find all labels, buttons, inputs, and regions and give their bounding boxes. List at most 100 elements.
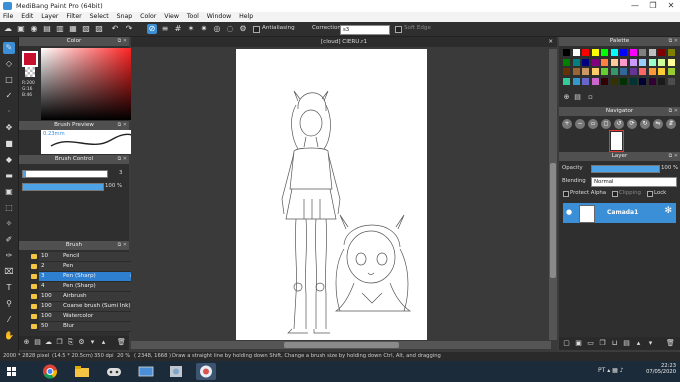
duplicate-layer-icon[interactable]: ❐ <box>598 339 607 348</box>
panel-controls-icon[interactable]: ⧉ ✕ <box>118 241 127 250</box>
undo-icon[interactable]: ↶ <box>110 24 120 34</box>
lock-checkbox[interactable] <box>647 191 653 197</box>
gamepad-icon[interactable] <box>104 363 124 380</box>
palette-swatch[interactable] <box>629 58 637 66</box>
radial-snap-icon[interactable]: ✷ <box>199 24 209 34</box>
palette-swatch[interactable] <box>639 49 646 56</box>
file-explorer-icon[interactable] <box>72 363 92 380</box>
eraser-tool-icon[interactable]: ◇ <box>3 58 15 70</box>
palette-swatch[interactable] <box>639 58 646 66</box>
panel-controls-icon[interactable]: ⧉ ✕ <box>118 37 127 46</box>
brush-settings-icon[interactable]: ⚙ <box>77 338 86 347</box>
palette-swatch[interactable] <box>610 77 618 85</box>
palette-add-icon[interactable]: ⊕ <box>562 93 571 102</box>
zoom-actual-icon[interactable]: ◻ <box>601 119 611 129</box>
palette-swatch[interactable] <box>591 68 599 75</box>
add-brush-icon[interactable]: ⊕ <box>22 338 31 347</box>
brush-delete-icon[interactable]: 🗑 <box>117 338 126 347</box>
panel-controls-icon[interactable]: ⧉ ✕ <box>669 37 678 46</box>
display-icon[interactable] <box>136 363 156 380</box>
palette-swatch[interactable] <box>563 68 570 75</box>
menu-snap[interactable]: Snap <box>114 12 136 22</box>
brush-list-item[interactable]: 10 Pencil <box>31 252 139 262</box>
brush-list-item[interactable]: 100 Airbrush <box>31 292 139 302</box>
image-app-icon[interactable] <box>166 363 186 380</box>
save-icon[interactable]: ▧ <box>81 24 91 34</box>
network-icon[interactable]: ▦ <box>612 367 618 374</box>
palette-swatch[interactable] <box>582 58 589 66</box>
palette-swatch[interactable] <box>620 77 627 85</box>
brush-list-item[interactable]: 50 Blur <box>31 322 139 332</box>
chrome-icon[interactable] <box>40 363 60 380</box>
brush-down-icon[interactable]: ▾ <box>88 338 97 347</box>
menu-filter[interactable]: Filter <box>63 12 84 22</box>
palette-swatch[interactable] <box>591 49 599 56</box>
select-tool-icon[interactable]: ⬚ <box>3 202 15 214</box>
brush-opacity-slider[interactable] <box>22 183 104 191</box>
medibang-taskbar-icon[interactable] <box>196 363 216 380</box>
palette-delete-icon[interactable]: ▫ <box>586 93 595 102</box>
minimize-button[interactable]: — <box>626 0 644 12</box>
clipping-checkbox[interactable] <box>612 191 618 197</box>
select-pen-icon[interactable]: ✐ <box>3 234 15 246</box>
zoom-out-icon[interactable]: − <box>575 119 585 129</box>
merge-layer-icon[interactable]: ⊔ <box>610 339 619 348</box>
palette-menu-icon[interactable]: ▤ <box>573 93 582 102</box>
fill-rect-icon[interactable]: ■ <box>3 138 15 150</box>
cross-snap-icon[interactable]: # <box>173 24 183 34</box>
palette-swatch[interactable] <box>610 68 618 75</box>
close-tab-icon[interactable]: ✕ <box>548 37 553 47</box>
palette-swatch[interactable] <box>629 68 637 75</box>
antialiasing-checkbox[interactable] <box>253 26 260 33</box>
blending-select[interactable]: Normal <box>591 177 677 187</box>
palette-swatch[interactable] <box>591 58 599 66</box>
layer-up-icon[interactable]: ▴ <box>634 339 643 348</box>
curve-snap-icon[interactable]: ◌ <box>225 24 235 34</box>
palette-swatch[interactable] <box>591 77 599 85</box>
tray-arrow-icon[interactable]: ▴ <box>607 367 610 374</box>
menu-tool[interactable]: Tool <box>184 12 202 22</box>
foreground-color-swatch[interactable] <box>22 51 38 67</box>
maximize-button[interactable]: ❐ <box>644 0 662 12</box>
add-folder-icon[interactable]: ▭ <box>586 339 595 348</box>
layer-opacity-slider[interactable] <box>591 165 660 173</box>
zoom-in-icon[interactable]: + <box>562 119 572 129</box>
palette-swatch[interactable] <box>658 58 665 66</box>
gear-icon[interactable]: ✻ <box>664 206 672 216</box>
fill-tool-icon[interactable]: ▣ <box>3 186 15 198</box>
menu-window[interactable]: Window <box>204 12 234 22</box>
export-icon[interactable]: ▨ <box>94 24 104 34</box>
eyedropper-icon[interactable]: ⁄ <box>3 314 15 326</box>
delete-layer-icon[interactable]: 🗑 <box>666 339 675 348</box>
palette-swatch[interactable] <box>601 49 608 56</box>
palette-swatch[interactable] <box>667 49 675 56</box>
panel-controls-icon[interactable]: ⧉ ✕ <box>669 152 678 161</box>
vertical-scrollbar[interactable] <box>549 49 557 340</box>
language-indicator[interactable]: PT <box>598 367 605 374</box>
palette-swatch[interactable] <box>572 77 580 85</box>
speech-bubble-icon[interactable]: ◉ <box>29 24 39 34</box>
menu-layer[interactable]: Layer <box>38 12 61 22</box>
divide-tool-icon[interactable]: ⌧ <box>3 266 15 278</box>
brush-up-icon[interactable]: ▴ <box>99 338 108 347</box>
brush-menu-icon[interactable]: ▤ <box>33 338 42 347</box>
palette-swatch[interactable] <box>667 68 675 75</box>
clock[interactable]: 22:23 07/05/2020 <box>646 363 676 375</box>
menu-edit[interactable]: Edit <box>18 12 36 22</box>
frame-icon[interactable]: ▦ <box>68 24 78 34</box>
close-button[interactable]: ✕ <box>662 0 680 12</box>
vertical-scroll-thumb[interactable] <box>550 163 556 278</box>
panel-icon[interactable]: ▤ <box>42 24 52 34</box>
magic-wand-icon[interactable]: ✧ <box>3 218 15 230</box>
snap-settings-icon[interactable]: ⚙ <box>238 24 248 34</box>
palette-swatch[interactable] <box>601 68 608 75</box>
protect-alpha-checkbox[interactable] <box>563 191 569 197</box>
layer-row[interactable]: ● Camada1 ✻ <box>563 203 676 223</box>
menu-help[interactable]: Help <box>236 12 256 22</box>
palette-swatch[interactable] <box>658 77 665 85</box>
palette-swatch[interactable] <box>601 58 608 66</box>
menu-view[interactable]: View <box>161 12 182 22</box>
canvas-tab[interactable]: [cloud] CIERU.r1 ✕ <box>131 37 557 47</box>
palette-swatch[interactable] <box>563 77 570 85</box>
text-tool-icon[interactable]: T <box>3 282 15 294</box>
